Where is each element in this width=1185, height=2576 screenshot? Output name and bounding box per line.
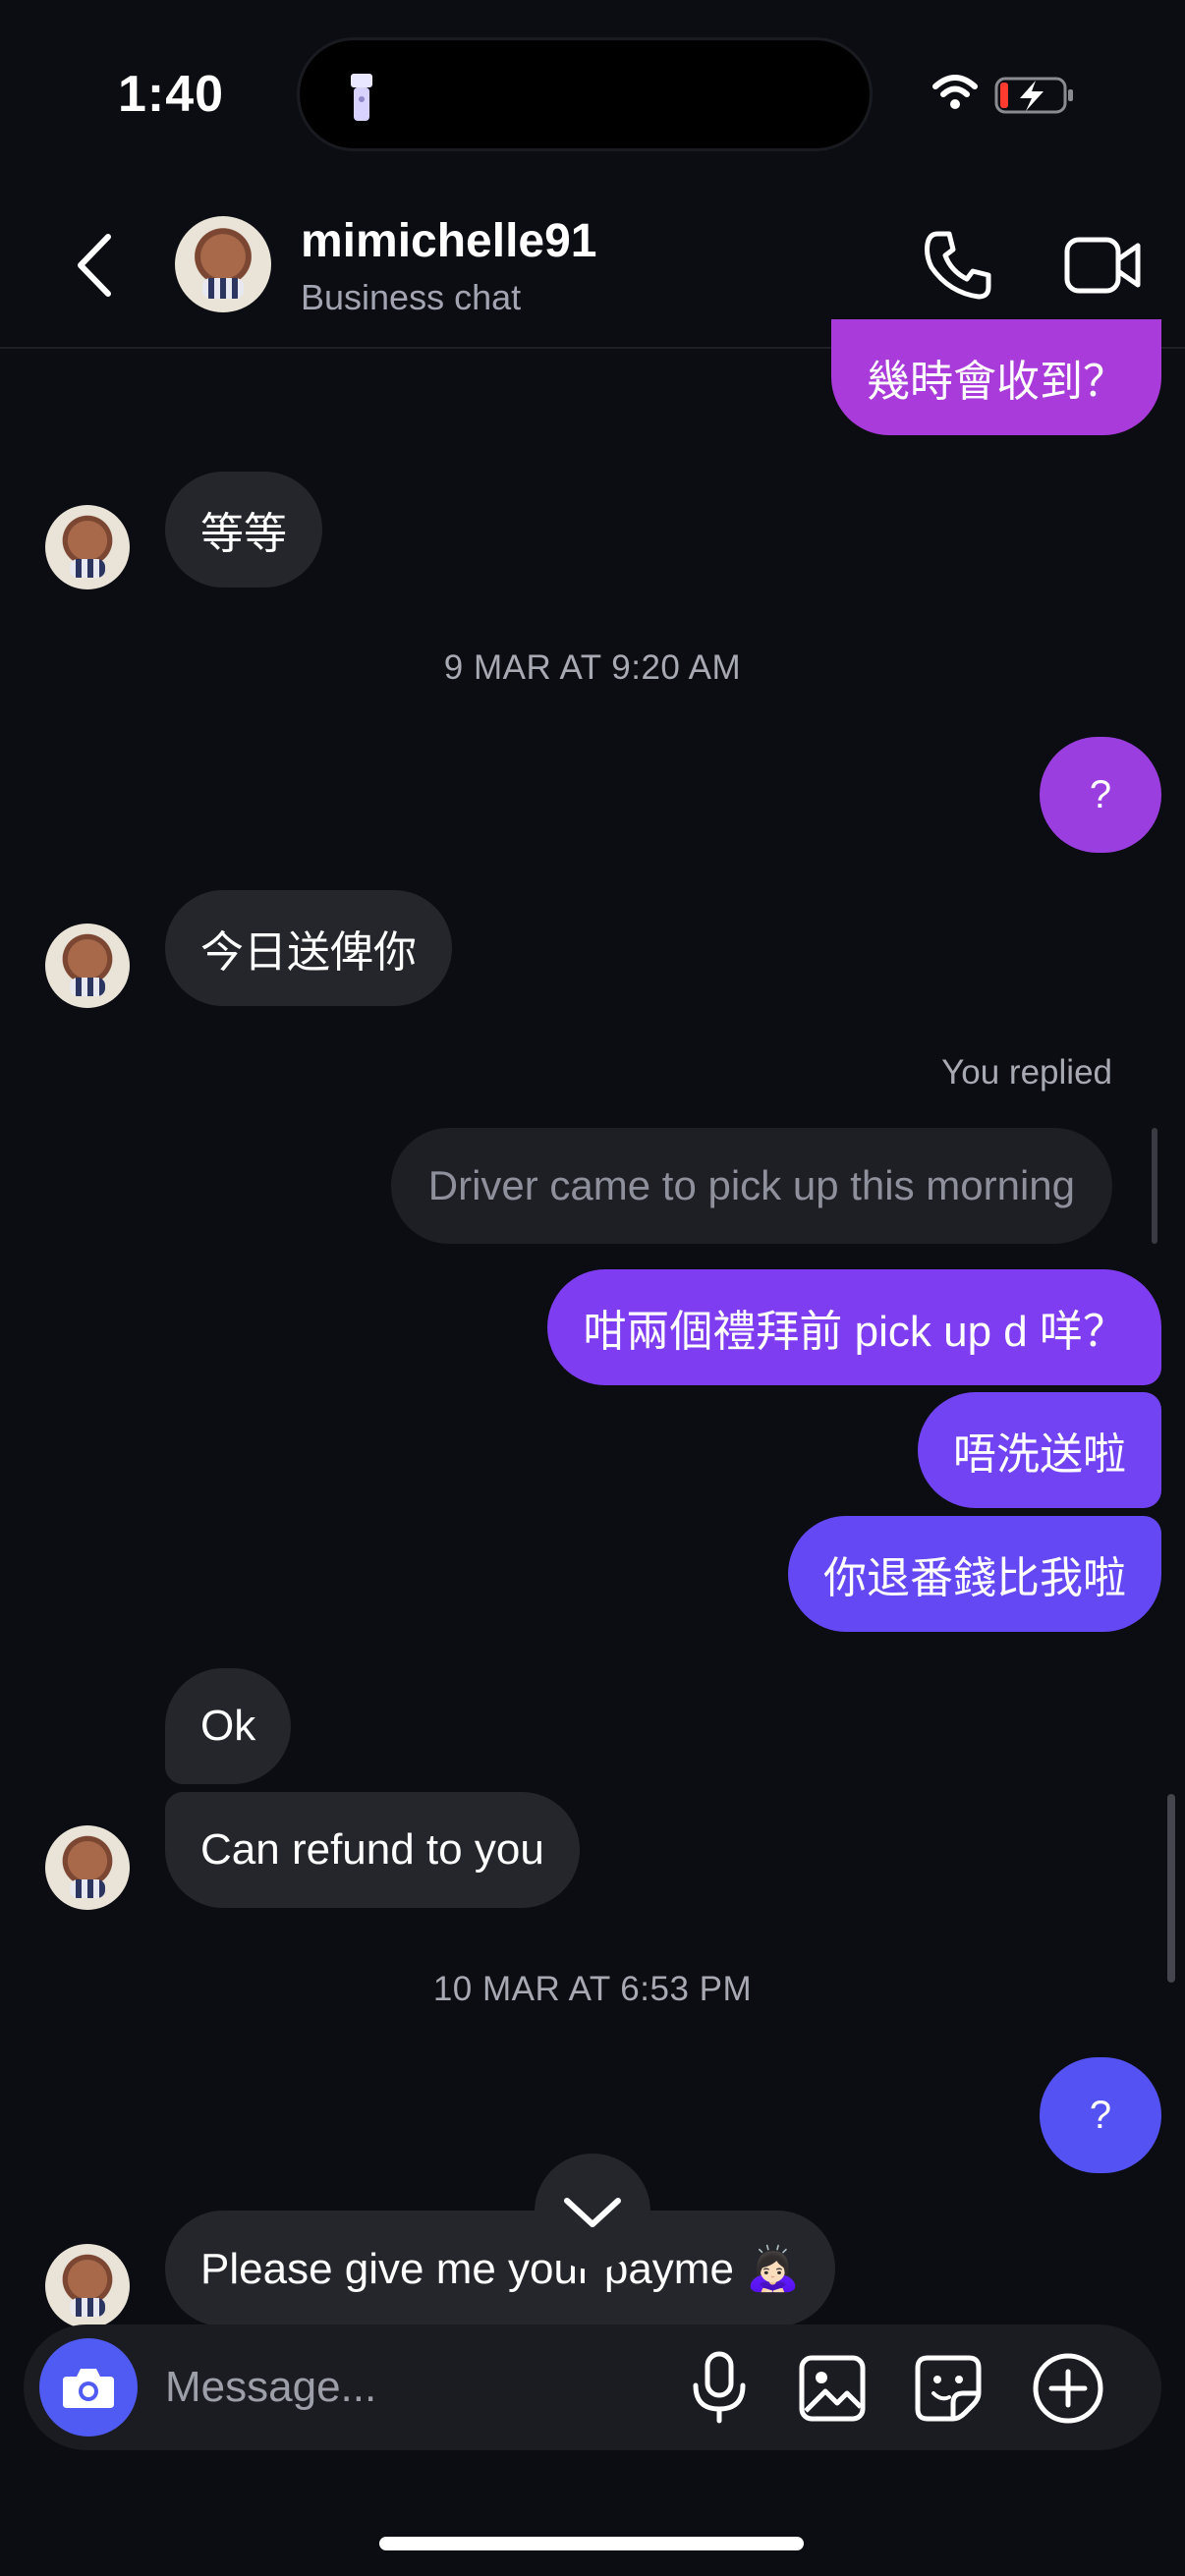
contact-subtitle: Business chat — [301, 277, 522, 317]
contact-avatar[interactable] — [175, 216, 271, 312]
contact-name[interactable]: mimichelle91 — [301, 214, 597, 268]
phone-icon[interactable] — [922, 228, 996, 303]
timestamp: 9 MAR AT 9:20 AM — [443, 648, 742, 687]
message-incoming[interactable]: 等等 — [165, 472, 322, 588]
message-avatar[interactable] — [45, 924, 130, 1008]
message-avatar[interactable] — [45, 2244, 130, 2328]
reply-indicator — [1152, 1128, 1157, 1244]
wifi-icon — [932, 75, 978, 109]
message-outgoing[interactable]: 你退番錢比我啦 — [788, 1516, 1161, 1632]
message-incoming[interactable]: 今日送俾你 — [165, 890, 452, 1006]
microphone-icon[interactable] — [688, 2350, 751, 2425]
scroll-to-bottom-button[interactable] — [535, 2154, 650, 2269]
camera-icon — [63, 2369, 114, 2408]
message-avatar[interactable] — [45, 505, 130, 589]
message-outgoing[interactable]: ? — [1040, 2057, 1161, 2173]
message-incoming[interactable]: Please give me your payme 🙇🏻‍♀️ — [165, 2211, 835, 2326]
image-icon[interactable] — [798, 2354, 867, 2423]
back-button[interactable] — [65, 226, 124, 305]
chevron-down-icon — [564, 2198, 621, 2227]
flashlight-icon — [351, 74, 372, 121]
message-avatar[interactable] — [45, 1825, 130, 1910]
video-camera-icon[interactable] — [1063, 230, 1144, 301]
message-outgoing[interactable]: ? — [1040, 737, 1161, 853]
plus-circle-icon[interactable] — [1032, 2352, 1104, 2425]
message-incoming[interactable]: Can refund to you — [165, 1792, 580, 1908]
scrollbar[interactable] — [1167, 1794, 1175, 1983]
reply-label: You replied — [941, 1053, 1112, 1092]
battery-charging-icon — [994, 77, 1073, 114]
message-outgoing[interactable]: 唔洗送啦 — [918, 1392, 1161, 1508]
home-indicator[interactable] — [379, 2537, 804, 2550]
message-outgoing[interactable]: 幾時會收到？ — [831, 319, 1161, 435]
camera-button[interactable] — [39, 2338, 138, 2436]
status-time: 1:40 — [118, 66, 225, 123]
sticker-icon[interactable] — [914, 2354, 983, 2423]
timestamp: 10 MAR AT 6:53 PM — [432, 1970, 753, 2008]
chevron-left-icon — [78, 234, 111, 297]
reply-quote[interactable]: Driver came to pick up this morning — [390, 1128, 1112, 1244]
message-outgoing[interactable]: 咁兩個禮拜前 pick up d 咩？ — [547, 1269, 1161, 1385]
dynamic-island — [297, 37, 873, 151]
message-incoming[interactable]: Ok — [165, 1668, 292, 1784]
message-input[interactable] — [165, 2348, 637, 2427]
